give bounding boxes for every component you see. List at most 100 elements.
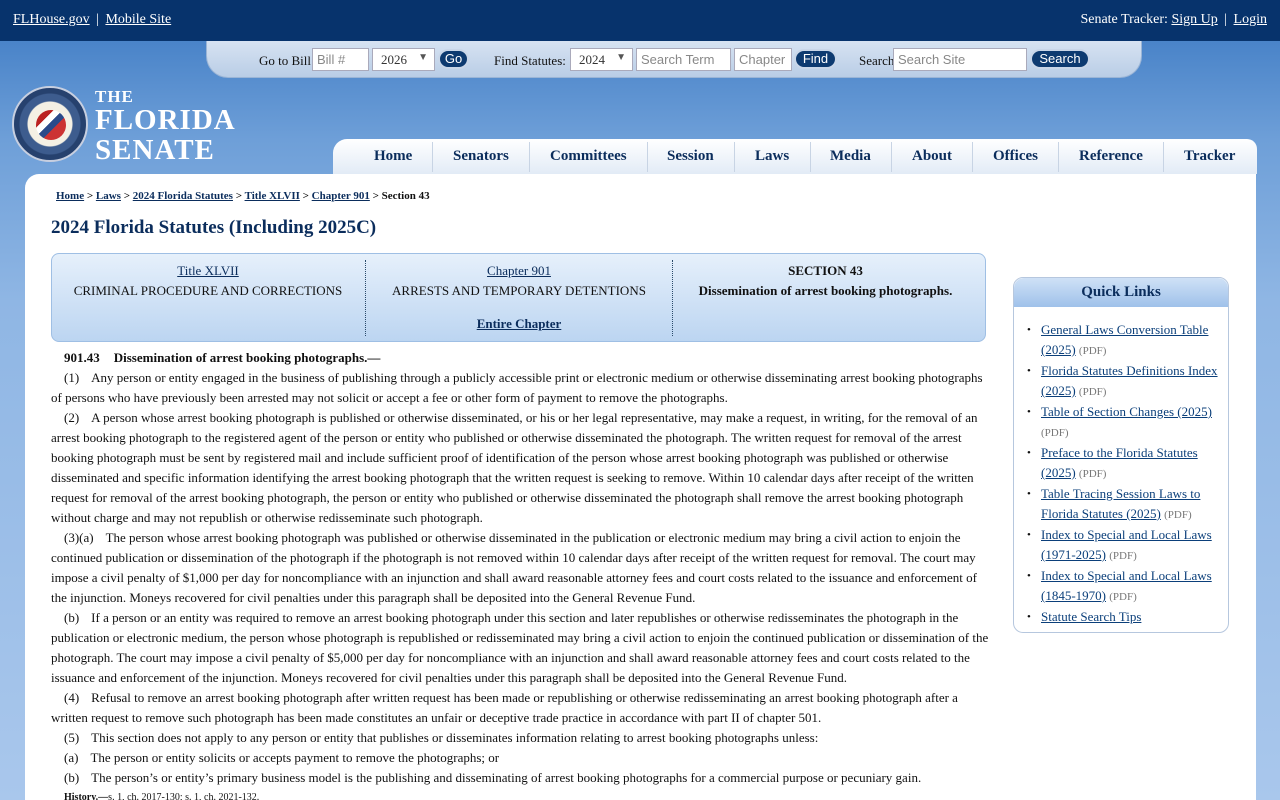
quick-link-item: Florida Statutes Definitions Index (2025…: [1014, 361, 1228, 402]
breadcrumb-sep: >: [235, 190, 242, 202]
subsection-text: The person whose arrest booking photogra…: [51, 530, 977, 605]
subsection-3a: (3)(a) The person whose arrest booking ph…: [51, 528, 989, 608]
chapter-column: Chapter 901 ARRESTS AND TEMPORARY DETENT…: [366, 263, 672, 332]
subsection-3b: (b) If a person or an entity was required…: [51, 608, 989, 688]
go-to-bill-label: Go to Bill:: [259, 53, 315, 68]
section-catchline: Dissemination of arrest booking photogra…: [113, 350, 381, 365]
find-button[interactable]: Find: [794, 49, 837, 69]
subsection-label: (b): [64, 770, 80, 785]
nav-media[interactable]: Media: [830, 148, 871, 165]
quick-link[interactable]: Table of Section Changes (2025): [1041, 404, 1212, 419]
breadcrumb-sep: >: [372, 190, 379, 202]
logo-text-florida: FLORIDA: [95, 104, 236, 136]
subsection-text: A person whose arrest booking photograph…: [51, 410, 978, 525]
subsection-label: (a): [64, 750, 79, 765]
chapter-link[interactable]: Chapter 901: [487, 263, 551, 278]
statute-header-box: Title XLVII CRIMINAL PROCEDURE AND CORRE…: [51, 253, 986, 342]
bill-year-value: 2026: [381, 52, 407, 67]
nav-divider: [647, 142, 648, 172]
quick-link-item: Statute Search Tips: [1014, 607, 1228, 627]
nav-session[interactable]: Session: [667, 148, 714, 165]
bill-year-select[interactable]: 2026 ▼: [372, 48, 435, 71]
nav-divider: [1058, 142, 1059, 172]
pdf-tag: (PDF): [1078, 468, 1107, 480]
subsection-label: (4): [64, 690, 80, 705]
breadcrumb-title[interactable]: Title XLVII: [245, 190, 300, 202]
quick-link[interactable]: Preface to the Florida Statutes (2025): [1041, 445, 1198, 480]
nav-tracker[interactable]: Tracker: [1184, 148, 1235, 165]
chapter-input[interactable]: Chapter: [734, 48, 792, 71]
statute-year-select[interactable]: 2024 ▼: [570, 48, 633, 71]
entire-chapter-link[interactable]: Entire Chapter: [477, 316, 562, 331]
breadcrumb-chapter[interactable]: Chapter 901: [312, 190, 370, 202]
separator: |: [1224, 12, 1228, 27]
subsection-text: Any person or entity engaged in the busi…: [51, 370, 983, 405]
quick-link[interactable]: Florida Statutes Definitions Index (2025…: [1041, 363, 1218, 398]
subsection-label: (3)(a): [64, 530, 94, 545]
breadcrumb-current: Section 43: [381, 190, 430, 202]
mobile-site-link[interactable]: Mobile Site: [105, 12, 171, 27]
nav-divider: [734, 142, 735, 172]
nav-home[interactable]: Home: [374, 148, 412, 165]
page-title: 2024 Florida Statutes (Including 2025C): [51, 217, 377, 238]
search-term-input[interactable]: Search Term: [636, 48, 731, 71]
nav-laws[interactable]: Laws: [755, 148, 789, 165]
pdf-tag: (PDF): [1078, 345, 1107, 357]
top-bar: FLHouse.gov | Mobile Site Senate Tracker…: [0, 0, 1280, 41]
breadcrumb-statutes[interactable]: 2024 Florida Statutes: [133, 190, 233, 202]
breadcrumb-sep: >: [123, 190, 130, 202]
quick-link-item: Table Tracing Session Laws to Florida St…: [1014, 484, 1228, 525]
subsection-5b: (b) The person’s or entity’s primary busi…: [51, 768, 989, 788]
nav-senators[interactable]: Senators: [453, 148, 509, 165]
senate-seal-logo[interactable]: [12, 86, 88, 162]
search-site-label: Search: [859, 53, 895, 68]
top-bar-right: Senate Tracker: Sign Up | Login: [1080, 12, 1267, 28]
bill-number-input[interactable]: Bill #: [312, 48, 369, 71]
nav-divider: [432, 142, 433, 172]
quick-links-list: General Laws Conversion Table (2025) (PD…: [1014, 320, 1228, 627]
title-link[interactable]: Title XLVII: [177, 263, 239, 278]
quick-links-title: Quick Links: [1014, 278, 1228, 307]
search-site-input[interactable]: Search Site: [893, 48, 1027, 71]
nav-reference[interactable]: Reference: [1079, 148, 1143, 165]
nav-divider: [1163, 142, 1164, 172]
login-link[interactable]: Login: [1234, 12, 1267, 27]
section-label: SECTION 43: [788, 263, 863, 278]
nav-committees[interactable]: Committees: [550, 148, 627, 165]
subsection-text: This section does not apply to any perso…: [91, 730, 819, 745]
quick-link[interactable]: Statute Search Tips: [1041, 609, 1141, 624]
subsection-label: (1): [64, 370, 80, 385]
nav-about[interactable]: About: [912, 148, 952, 165]
breadcrumb-sep: >: [86, 190, 94, 202]
title-column: Title XLVII CRIMINAL PROCEDURE AND CORRE…: [52, 263, 364, 299]
subsection-label: (2): [64, 410, 80, 425]
search-button[interactable]: Search: [1030, 49, 1090, 69]
go-button[interactable]: Go: [438, 49, 469, 69]
breadcrumb-laws[interactable]: Laws: [96, 190, 121, 202]
separator: |: [96, 12, 99, 27]
quick-link-item: Index to Special and Local Laws (1971-20…: [1014, 525, 1228, 566]
logo-text-senate: SENATE: [95, 134, 215, 166]
quick-link-item: Index to Special and Local Laws (1845-19…: [1014, 566, 1228, 607]
sign-up-link[interactable]: Sign Up: [1171, 12, 1217, 27]
flhouse-link[interactable]: FLHouse.gov: [13, 12, 90, 27]
section-column: SECTION 43 Dissemination of arrest booki…: [673, 263, 978, 299]
breadcrumb-home[interactable]: Home: [56, 190, 84, 202]
subsection-text: The person’s or entity’s primary busines…: [91, 770, 922, 785]
find-statutes-label: Find Statutes:: [494, 53, 566, 68]
subsection-text: The person or entity solicits or accepts…: [90, 750, 500, 765]
quick-link-item: Table of Section Changes (2025) (PDF): [1014, 402, 1228, 443]
quick-link[interactable]: General Laws Conversion Table (2025): [1041, 322, 1208, 357]
nav-offices[interactable]: Offices: [993, 148, 1038, 165]
chevron-down-icon: ▼: [418, 52, 428, 63]
pdf-tag: (PDF): [1041, 427, 1069, 439]
history-text: s. 1, ch. 2017-130; s. 1, ch. 2021-132.: [108, 792, 260, 800]
subsection-5a: (a) The person or entity solicits or acce…: [51, 748, 989, 768]
subsection-2: (2) A person whose arrest booking photogr…: [51, 408, 989, 528]
pdf-tag: (PDF): [1078, 386, 1107, 398]
nav-divider: [810, 142, 811, 172]
seal-emblem: [36, 110, 66, 140]
pdf-tag: (PDF): [1164, 509, 1192, 521]
quick-links-panel: Quick Links General Laws Conversion Tabl…: [1013, 277, 1229, 633]
subsection-4: (4) Refusal to remove an arrest booking p…: [51, 688, 989, 728]
